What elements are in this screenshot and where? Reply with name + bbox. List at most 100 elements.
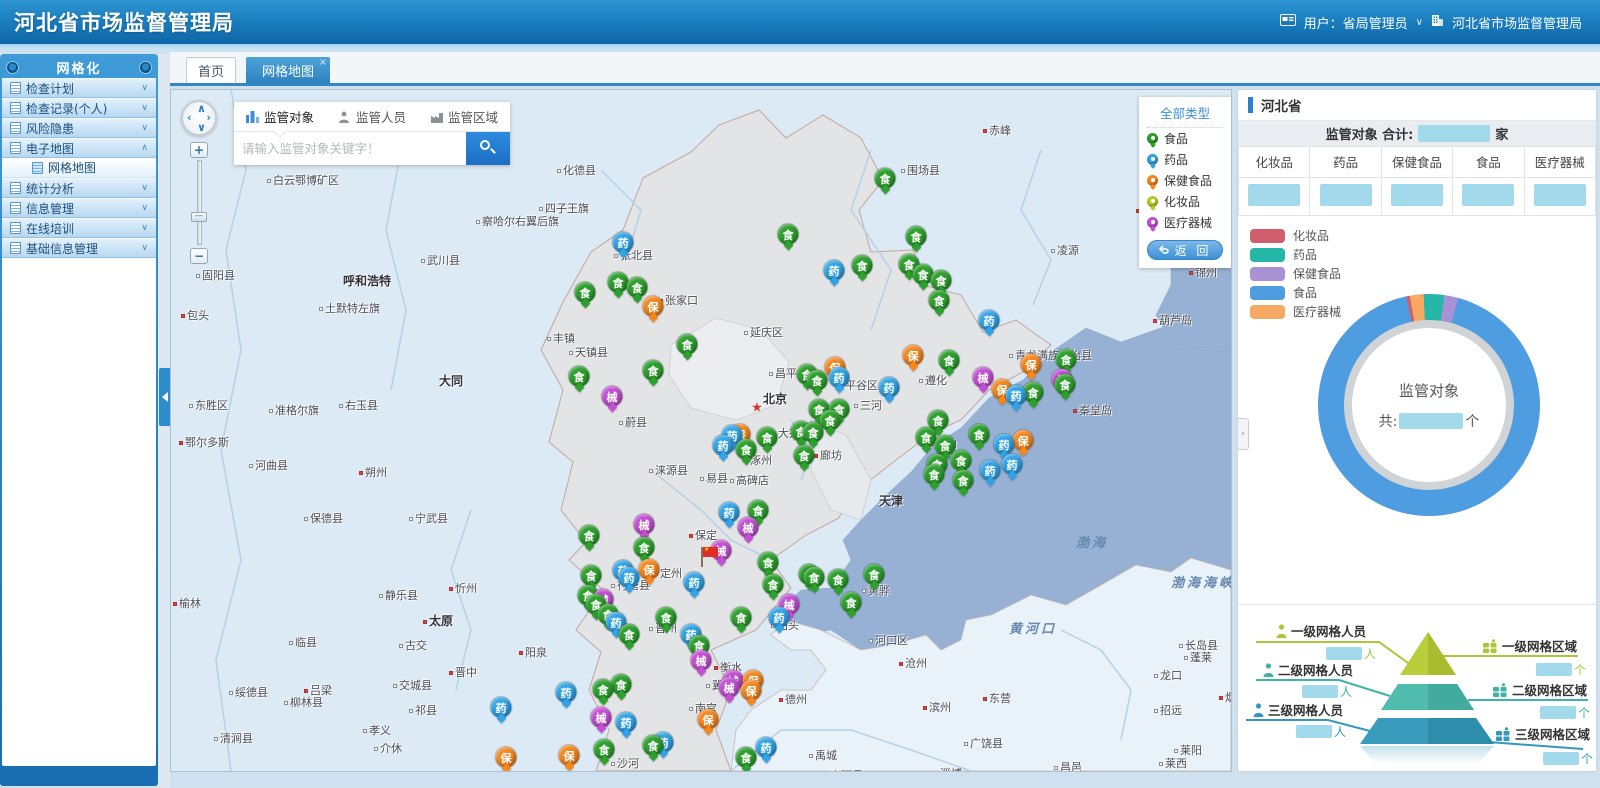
map-marker-食[interactable]: 食 [608,272,629,293]
map-marker-保[interactable]: 保 [903,345,924,366]
map-marker-食[interactable]: 食 [803,422,824,443]
tab-close-icon[interactable]: × [319,57,327,68]
map-marker-食[interactable]: 食 [1056,349,1077,370]
zoom-out-button[interactable]: − [190,248,208,264]
zoom-slider-handle[interactable]: — [191,212,207,222]
map-marker-保[interactable]: 保 [1021,354,1042,375]
map-marker-食[interactable]: 食 [916,427,937,448]
zoom-in-button[interactable]: + [190,142,208,158]
search-tab-supervision-area[interactable]: 监管区域 [418,107,510,126]
map-marker-药[interactable]: 药 [713,435,734,456]
map-marker-保[interactable]: 保 [698,709,719,730]
map-marker-食[interactable]: 食 [794,445,815,466]
sidebar-item[interactable]: 信息管理∨ [2,198,156,218]
map-marker-药[interactable]: 药 [769,607,790,628]
map-marker-食[interactable]: 食 [924,464,945,485]
map-marker-食[interactable]: 食 [864,564,885,585]
map-pan-control[interactable]: ∧∨ ‹› [181,100,217,136]
map-marker-食[interactable]: 食 [619,624,640,645]
legend-item-医疗器械[interactable]: 医疗器械 [1147,212,1223,233]
map-marker-食[interactable]: 食 [594,739,615,760]
map-marker-食[interactable]: 食 [634,537,655,558]
tab-grid-map[interactable]: 网格地图 × [246,57,330,83]
map-marker-食[interactable]: 食 [929,290,950,311]
map-marker-食[interactable]: 食 [569,366,590,387]
map-marker-食[interactable]: 食 [807,370,828,391]
chevron-down-icon[interactable]: ∨ [1416,17,1423,28]
map-marker-保[interactable]: 保 [741,680,762,701]
map-marker-械[interactable]: 械 [973,367,994,388]
map-marker-药[interactable]: 药 [824,260,845,281]
map-marker-食[interactable]: 食 [581,565,602,586]
map-marker-药[interactable]: 药 [879,377,900,398]
map-marker-食[interactable]: 食 [656,607,677,628]
search-tab-supervision-staff[interactable]: 监管人员 [326,107,418,126]
sidebar-item[interactable]: 电子地图∧ [2,138,156,158]
map-marker-械[interactable]: 械 [602,386,623,407]
map-marker-食[interactable]: 食 [627,277,648,298]
map-marker-械[interactable]: 械 [691,650,712,671]
map-marker-食[interactable]: 食 [931,270,952,291]
org-name[interactable]: 河北省市场监督管理局 [1452,13,1582,32]
map-marker-食[interactable]: 食 [736,747,757,768]
map-marker-食[interactable]: 食 [757,427,778,448]
map-marker-药[interactable]: 药 [1002,454,1023,475]
map-marker-保[interactable]: 保 [496,747,517,768]
map-marker-药[interactable]: 药 [619,567,640,588]
map-marker-药[interactable]: 药 [719,502,740,523]
map-marker-药[interactable]: 药 [1006,385,1027,406]
map-marker-食[interactable]: 食 [643,735,664,756]
map-marker-食[interactable]: 食 [951,450,972,471]
map-marker-食[interactable]: 食 [953,470,974,491]
sidebar-item[interactable]: 在线培训∨ [2,218,156,238]
map-marker-药[interactable]: 药 [756,737,777,758]
sidebar-collapse-dot-left[interactable] [6,61,19,74]
map-marker-药[interactable]: 药 [829,367,850,388]
back-button[interactable]: 返 回 [1147,240,1223,260]
map-marker-食[interactable]: 食 [969,424,990,445]
map-marker-食[interactable]: 食 [778,224,799,245]
search-button[interactable] [466,132,510,165]
map-marker-食[interactable]: 食 [841,592,862,613]
map-marker-食[interactable]: 食 [804,567,825,588]
map-marker-食[interactable]: 食 [939,350,960,371]
map-marker-保[interactable]: 保 [1013,430,1034,451]
map-marker-食[interactable]: 食 [677,334,698,355]
sidebar-item[interactable]: 检查记录(个人)∨ [2,98,156,118]
map-marker-械[interactable]: 械 [719,677,740,698]
map-marker-食[interactable]: 食 [579,525,600,546]
legend-item-保健食品[interactable]: 保健食品 [1147,170,1223,191]
map-marker-械[interactable]: 械 [634,514,655,535]
map-marker-械[interactable]: 械 [738,517,759,538]
map-marker-药[interactable]: 药 [616,712,637,733]
map-marker-药[interactable]: 药 [980,460,1001,481]
search-input[interactable] [234,132,466,165]
map-marker-食[interactable]: 食 [852,255,873,276]
map-marker-食[interactable]: 食 [611,674,632,695]
map-marker-食[interactable]: 食 [731,607,752,628]
zoom-slider-track[interactable] [197,160,202,245]
map-marker-食[interactable]: 食 [575,282,596,303]
map-marker-食[interactable]: 食 [593,679,614,700]
map-marker-食[interactable]: 食 [736,439,757,460]
map-marker-食[interactable]: 食 [906,226,927,247]
sidebar-collapse-dot-right[interactable] [139,61,152,74]
panel-collapse-handle[interactable]: › [1238,418,1249,450]
map-marker-食[interactable]: 食 [828,569,849,590]
legend-item-食品[interactable]: 食品 [1147,128,1223,149]
map-marker-药[interactable]: 药 [979,310,1000,331]
map-marker-食[interactable]: 食 [643,360,664,381]
map-marker-食[interactable]: 食 [875,168,896,189]
search-tab-supervision-object[interactable]: 监管对象 [234,107,326,126]
sidebar-item[interactable]: 统计分析∨ [2,178,156,198]
map-marker-食[interactable]: 食 [758,552,779,573]
map-marker-食[interactable]: 食 [763,574,784,595]
map-marker-食[interactable]: 食 [1055,374,1076,395]
map-canvas[interactable]: 白云鄂博矿区固阳县包头呼和浩特土默特左旗武川县四子王旗察哈尔右翼后旗化德县围场县… [171,90,1231,771]
legend-item-化妆品[interactable]: 化妆品 [1147,191,1223,212]
map-marker-药[interactable]: 药 [994,434,1015,455]
sidebar-item[interactable]: 风险隐患∨ [2,118,156,138]
sidebar-item[interactable]: 检查计划∨ [2,78,156,98]
map-marker-保[interactable]: 保 [559,745,580,766]
map-marker-保[interactable]: 保 [639,559,660,580]
